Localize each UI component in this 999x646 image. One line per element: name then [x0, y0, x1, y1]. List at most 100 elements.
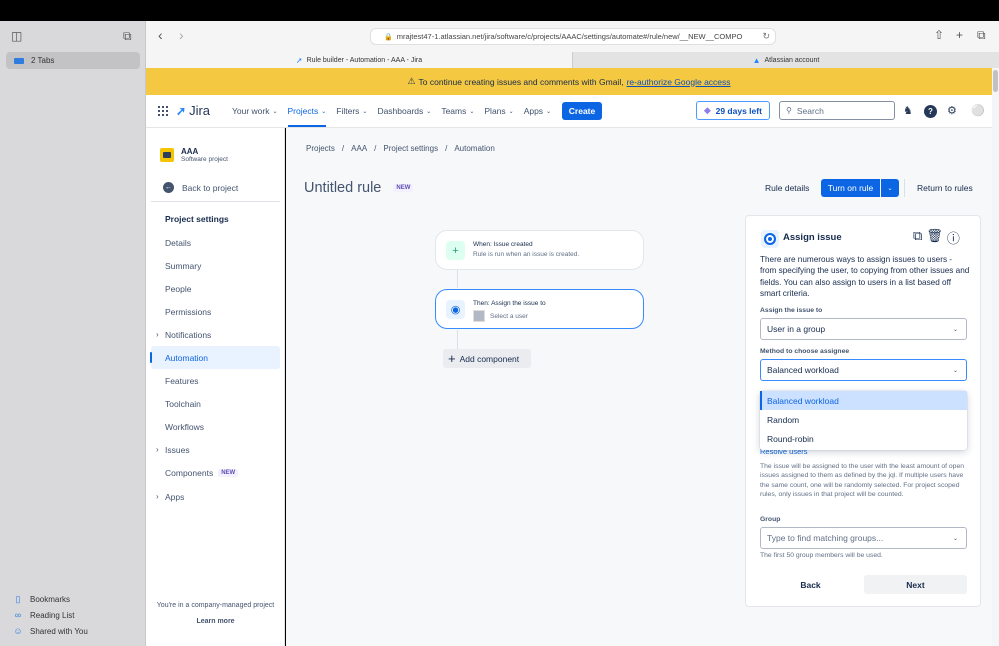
- page-title[interactable]: Untitled rule NEW: [304, 180, 414, 196]
- page-scrollbar[interactable]: [992, 68, 999, 646]
- app-switcher-icon[interactable]: [158, 106, 168, 116]
- tab-atlassian-account[interactable]: ▲ Atlassian account: [572, 52, 999, 68]
- breadcrumb-automation[interactable]: Automation: [454, 144, 494, 153]
- create-button[interactable]: Create: [562, 102, 602, 120]
- panel-title: Assign issue: [783, 232, 842, 243]
- user-circle-icon: [761, 230, 779, 248]
- help-icon[interactable]: ?: [924, 105, 937, 118]
- tab-rule-builder[interactable]: ➚ Rule builder - Automation - AAA - Jira: [146, 52, 572, 68]
- sidebar-item-automation[interactable]: Automation: [150, 346, 280, 369]
- shared-with-you-label: Shared with You: [30, 626, 88, 636]
- sidebar-item-components[interactable]: Components NEW: [151, 461, 280, 484]
- action-card[interactable]: ◉ Then: Assign the issue to Select a use…: [435, 289, 644, 329]
- sidebar-item-summary[interactable]: Summary: [151, 254, 280, 277]
- tab-group-item[interactable]: 2 Tabs: [6, 52, 140, 69]
- atlassian-favicon-icon: ▲: [752, 55, 761, 65]
- sidebar-item-features[interactable]: Features: [151, 369, 280, 392]
- address-bar[interactable]: 🔒 mrajtest47-1.atlassian.net/jira/softwa…: [370, 28, 776, 45]
- turn-on-rule-button[interactable]: Turn on rule: [821, 179, 880, 197]
- sidebar-item-details[interactable]: Details: [151, 231, 280, 254]
- settings-gear-icon[interactable]: ⚙: [947, 104, 957, 117]
- flow-connector: [457, 270, 458, 288]
- sidebar-item-issues[interactable]: › Issues: [151, 438, 280, 461]
- reading-list-link[interactable]: ∞ Reading List: [12, 610, 75, 620]
- top-bar: [0, 0, 999, 21]
- bookmarks-link[interactable]: ▯ Bookmarks: [12, 594, 71, 605]
- reauthorize-link[interactable]: re-authorize Google access: [627, 77, 731, 87]
- chevron-right-icon: ›: [156, 445, 159, 454]
- chevron-right-icon: ›: [156, 492, 159, 501]
- bookmark-icon: ▯: [15, 594, 21, 604]
- sidebar-item-apps[interactable]: › Apps: [151, 485, 280, 508]
- method-select[interactable]: Balanced workload ⌄: [760, 359, 967, 381]
- gmail-warning-banner: ⚠ To continue creating issues and commen…: [146, 68, 992, 95]
- nav-dashboards[interactable]: Dashboards ⌄: [372, 95, 436, 127]
- jira-logo[interactable]: ➚ Jira: [176, 103, 210, 118]
- share-icon[interactable]: ⇧: [934, 28, 944, 42]
- reload-icon[interactable]: ↻: [762, 31, 770, 42]
- tab-label: Atlassian account: [764, 56, 820, 64]
- chevron-down-icon: ⌄: [952, 535, 958, 542]
- group-select[interactable]: Type to find matching groups... ⌄: [760, 527, 967, 549]
- search-input[interactable]: ⚲ Search: [779, 101, 895, 120]
- group-label: Group: [760, 516, 781, 523]
- trash-icon[interactable]: 🗑: [926, 228, 943, 247]
- breadcrumb-project[interactable]: AAA: [351, 144, 367, 153]
- trigger-title: When: Issue created: [473, 241, 533, 248]
- nav-projects[interactable]: Projects ⌄: [283, 95, 332, 127]
- forward-arrow-icon[interactable]: ›: [179, 27, 184, 43]
- breadcrumb-projects[interactable]: Projects: [306, 144, 335, 153]
- trigger-card[interactable]: + When: Issue created Rule is run when a…: [435, 230, 644, 270]
- method-help-text: The issue will be assigned to the user w…: [760, 463, 965, 498]
- plus-icon: +: [448, 351, 456, 366]
- sidebar-item-permissions[interactable]: Permissions: [151, 300, 280, 323]
- return-to-rules-button[interactable]: Return to rules: [917, 183, 973, 193]
- new-tab-group-icon[interactable]: ⧉: [123, 29, 132, 44]
- sidebar-toggle-icon[interactable]: ◫: [11, 29, 22, 43]
- project-name: AAA: [181, 147, 199, 156]
- notifications-icon[interactable]: ♞: [903, 104, 913, 117]
- next-button[interactable]: Next: [864, 575, 967, 594]
- plus-icon: +: [446, 241, 465, 260]
- copy-icon[interactable]: ⧉: [913, 228, 922, 247]
- nav-teams[interactable]: Teams ⌄: [436, 95, 479, 127]
- option-round-robin[interactable]: Round-robin: [760, 429, 967, 448]
- sidebar-item-workflows[interactable]: Workflows: [151, 415, 280, 438]
- turn-on-options-button[interactable]: ⌄: [881, 179, 899, 197]
- sidebar-item-toolchain[interactable]: Toolchain: [151, 392, 280, 415]
- profile-avatar[interactable]: ⚪: [971, 104, 985, 117]
- nav-your-work[interactable]: Your work ⌄: [227, 95, 283, 127]
- jira-favicon-icon: ➚: [295, 55, 303, 65]
- sidebar-item-people[interactable]: People: [151, 277, 280, 300]
- tab-overview-icon[interactable]: ⧉: [977, 28, 986, 43]
- tab-group-label: 2 Tabs: [31, 56, 55, 65]
- add-component-button[interactable]: + Add component: [443, 349, 531, 368]
- back-to-project-link[interactable]: ← Back to project: [163, 182, 238, 193]
- user-placeholder-icon: [473, 310, 485, 322]
- chevron-down-icon: ⌄: [952, 367, 958, 374]
- user-circle-icon: ◉: [446, 300, 465, 319]
- nav-apps[interactable]: Apps ⌄: [519, 95, 556, 127]
- new-tab-icon[interactable]: +: [956, 28, 963, 42]
- rule-details-button[interactable]: Rule details: [765, 183, 809, 193]
- glasses-icon: ∞: [14, 610, 22, 620]
- breadcrumb-project-settings[interactable]: Project settings: [383, 144, 438, 153]
- learn-more-link[interactable]: Learn more: [146, 618, 285, 625]
- divider: [904, 179, 905, 197]
- sidebar-item-notifications[interactable]: › Notifications: [151, 323, 280, 346]
- browser-sidebar: ◫ ⧉ 2 Tabs ▯ Bookmarks ∞ Reading List ☺ …: [0, 21, 146, 646]
- option-balanced-workload[interactable]: Balanced workload: [760, 391, 967, 410]
- trial-button[interactable]: ◆ 29 days left: [696, 101, 770, 120]
- shared-with-you-link[interactable]: ☺ Shared with You: [12, 626, 88, 636]
- option-random[interactable]: Random: [760, 410, 967, 429]
- back-button[interactable]: Back: [760, 575, 861, 594]
- jira-mark-icon: ➚: [176, 103, 187, 118]
- chevron-down-icon: ⌄: [952, 326, 958, 333]
- nav-plans[interactable]: Plans ⌄: [479, 95, 518, 127]
- chevron-down-icon: ⌄: [546, 108, 552, 115]
- assign-issue-select[interactable]: User in a group ⌄: [760, 318, 967, 340]
- help-circle-icon[interactable]: ⓘ: [947, 228, 960, 247]
- nav-filters[interactable]: Filters ⌄: [331, 95, 372, 127]
- back-arrow-icon[interactable]: ‹: [158, 27, 163, 43]
- flow-connector: [457, 330, 458, 350]
